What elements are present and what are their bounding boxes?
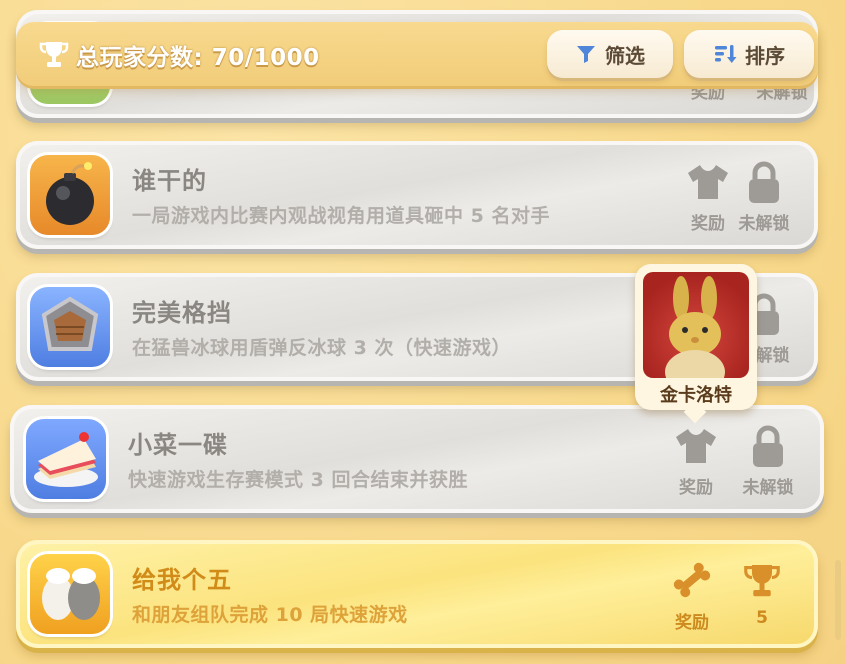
bone-icon: [673, 562, 711, 598]
achievement-title: 谁干的: [132, 167, 207, 195]
sort-icon: [715, 45, 737, 63]
trophy-icon: [39, 42, 69, 67]
lock-label: 未解锁: [738, 214, 790, 234]
lock-icon: [749, 161, 779, 203]
achievement-title: 完美格挡: [132, 299, 232, 327]
points-label: 5: [756, 608, 768, 628]
reward-button[interactable]: 奖励: [652, 560, 732, 633]
bomb-icon: [30, 155, 110, 235]
reward-label: 奖励: [675, 613, 709, 633]
score-header: 总玩家分数: 70/1000 筛选 排序: [16, 22, 818, 86]
achievement-title: 给我个五: [132, 566, 232, 594]
achievement-description: 在猛兽冰球用盾弹反冰球 3 次（快速游戏）: [132, 337, 511, 359]
achievement-card[interactable]: 谁干的 一局游戏内比赛内观战视角用道具砸中 5 名对手 奖励 未解锁: [16, 141, 818, 249]
lock-status: 未解锁: [728, 425, 808, 498]
achievement-card-completed[interactable]: 给我个五 和朋友组队完成 10 局快速游戏 奖励 5: [16, 540, 818, 648]
reward-preview-popup: 金卡洛特: [635, 264, 757, 424]
shirt-icon: [676, 429, 716, 463]
sort-label: 排序: [745, 43, 785, 68]
achievement-title: 小菜一碟: [128, 431, 228, 459]
funnel-icon: [577, 46, 595, 63]
shield-icon: [30, 287, 110, 367]
total-score: 总玩家分数: 70/1000: [76, 45, 320, 71]
filter-label: 筛选: [605, 43, 645, 68]
cake-icon: [26, 419, 106, 499]
lock-label: 未解锁: [742, 478, 794, 498]
achievement-description: 快速游戏生存赛模式 3 回合结束并获胜: [128, 469, 468, 491]
achievement-description: 和朋友组队完成 10 局快速游戏: [132, 604, 408, 626]
reward-label: 奖励: [691, 214, 725, 234]
scrollbar[interactable]: [835, 560, 841, 640]
sort-button[interactable]: 排序: [684, 30, 814, 78]
filter-button[interactable]: 筛选: [547, 30, 673, 78]
reward-button[interactable]: 奖励: [656, 425, 736, 498]
lock-icon: [753, 425, 783, 467]
high-five-icon: [30, 554, 110, 634]
trophy-icon: [744, 565, 780, 597]
reward-label: 奖励: [679, 478, 713, 498]
achievement-description: 一局游戏内比赛内观战视角用道具砸中 5 名对手: [132, 205, 550, 227]
golden-rabbit-image: [643, 272, 749, 378]
points-status: 5: [722, 560, 802, 630]
lock-status: 未解锁: [724, 161, 804, 234]
achievement-card[interactable]: 小菜一碟 快速游戏生存赛模式 3 回合结束并获胜 奖励 未解锁: [10, 405, 824, 513]
